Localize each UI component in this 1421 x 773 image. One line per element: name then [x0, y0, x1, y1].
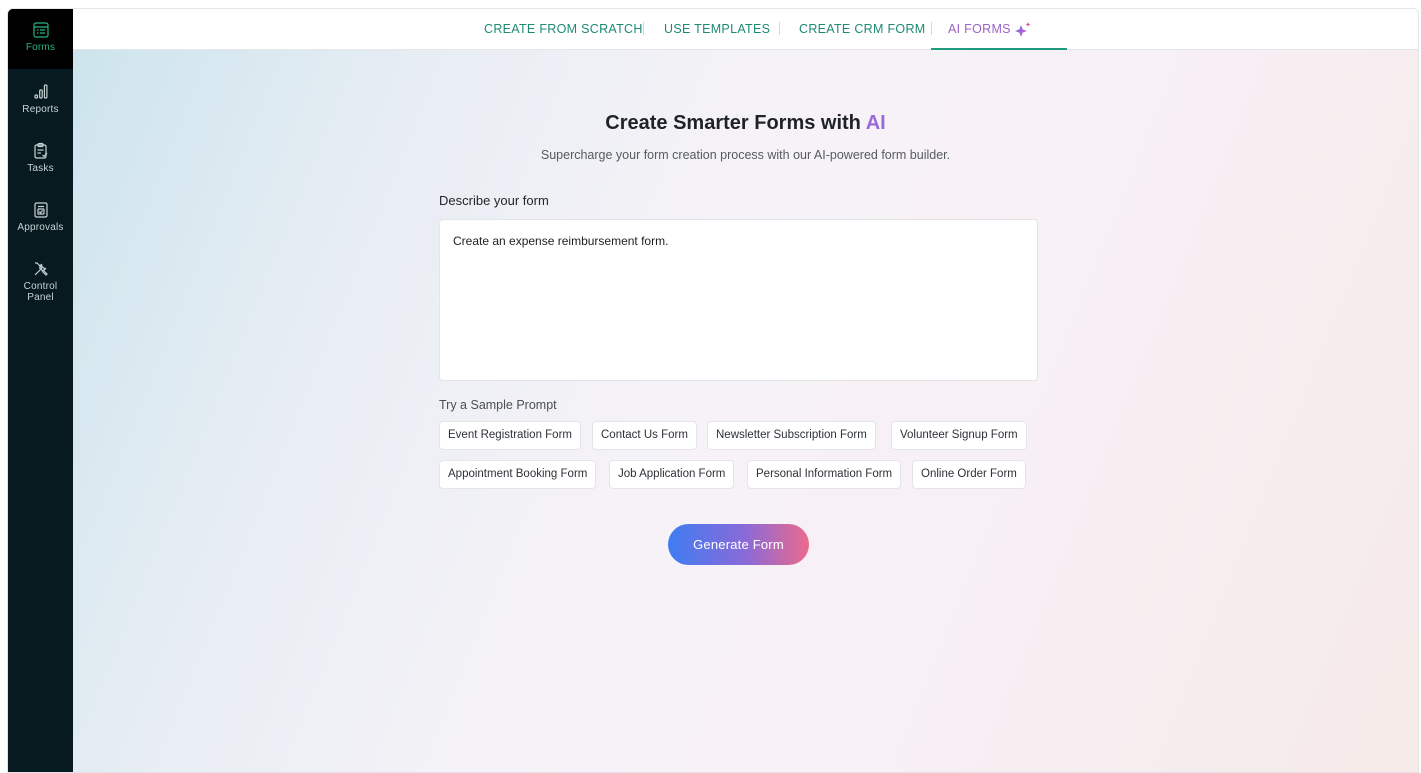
- generate-form-button[interactable]: Generate Form: [668, 524, 809, 565]
- page-title-text: Create Smarter Forms with: [605, 112, 866, 134]
- sample-prompt-chip[interactable]: Volunteer Signup Form: [891, 421, 1027, 450]
- sidebar-item-label-line2: Panel: [27, 292, 54, 303]
- app-window: Forms Reports Tasks Approvals Control Pa…: [7, 8, 1419, 773]
- sample-prompt-chip[interactable]: Appointment Booking Form: [439, 460, 597, 489]
- sample-prompt-chip[interactable]: Personal Information Form: [747, 460, 902, 489]
- forms-icon: [32, 22, 49, 38]
- form-description-input[interactable]: Create an expense reimbursement form.: [439, 219, 1038, 381]
- top-navigation: CREATE FROM SCRATCH USE TEMPLATES CREATE…: [73, 9, 1418, 50]
- sidebar-item-label: Tasks: [27, 163, 54, 174]
- tab-separator: [643, 22, 644, 35]
- tab-create-crm-form[interactable]: CREATE CRM FORM: [799, 9, 926, 50]
- active-tab-indicator: [931, 48, 1067, 50]
- sidebar-item-label: Forms: [25, 42, 56, 53]
- sidebar-item-approvals[interactable]: Approvals: [8, 201, 73, 233]
- tab-separator: [779, 22, 780, 35]
- sample-prompt-chip[interactable]: Contact Us Form: [592, 421, 697, 450]
- page-title-accent: AI: [865, 112, 886, 134]
- tab-separator: [931, 22, 932, 35]
- describe-form-label: Describe your form: [439, 193, 549, 208]
- page-subtitle: Supercharge your form creation process w…: [540, 148, 951, 162]
- sample-prompt-chip[interactable]: Event Registration Form: [439, 421, 581, 450]
- tab-use-templates[interactable]: USE TEMPLATES: [664, 9, 770, 50]
- sample-prompt-chip[interactable]: Job Application Form: [609, 460, 735, 489]
- sidebar-item-forms[interactable]: Forms: [8, 9, 73, 69]
- sidebar-item-reports[interactable]: Reports: [8, 83, 73, 115]
- reports-icon: [33, 84, 47, 99]
- page-title: Create Smarter Forms with AI: [73, 112, 1418, 135]
- tab-ai-forms[interactable]: AI FORMS: [948, 9, 1011, 50]
- sidebar-item-label: Approvals: [17, 222, 64, 233]
- sample-prompt-chip[interactable]: Newsletter Subscription Form: [707, 421, 876, 450]
- sparkle-icon: [1015, 22, 1031, 37]
- sidebar-item-label-line1: Control: [23, 281, 58, 292]
- sidebar: Forms Reports Tasks Approvals Control Pa…: [8, 9, 73, 772]
- sample-prompt-chip[interactable]: Online Order Form: [912, 460, 1026, 489]
- tasks-icon: [33, 142, 47, 159]
- approvals-icon: [33, 202, 48, 218]
- sample-prompt-label: Try a Sample Prompt: [439, 398, 557, 412]
- control-panel-icon: [34, 262, 48, 276]
- tab-create-from-scratch[interactable]: CREATE FROM SCRATCH: [484, 9, 643, 50]
- main-content: CREATE FROM SCRATCH USE TEMPLATES CREATE…: [73, 9, 1418, 772]
- sidebar-item-tasks[interactable]: Tasks: [8, 142, 73, 174]
- sidebar-item-control-panel[interactable]: Control Panel: [8, 260, 73, 303]
- sidebar-item-label: Reports: [22, 104, 59, 115]
